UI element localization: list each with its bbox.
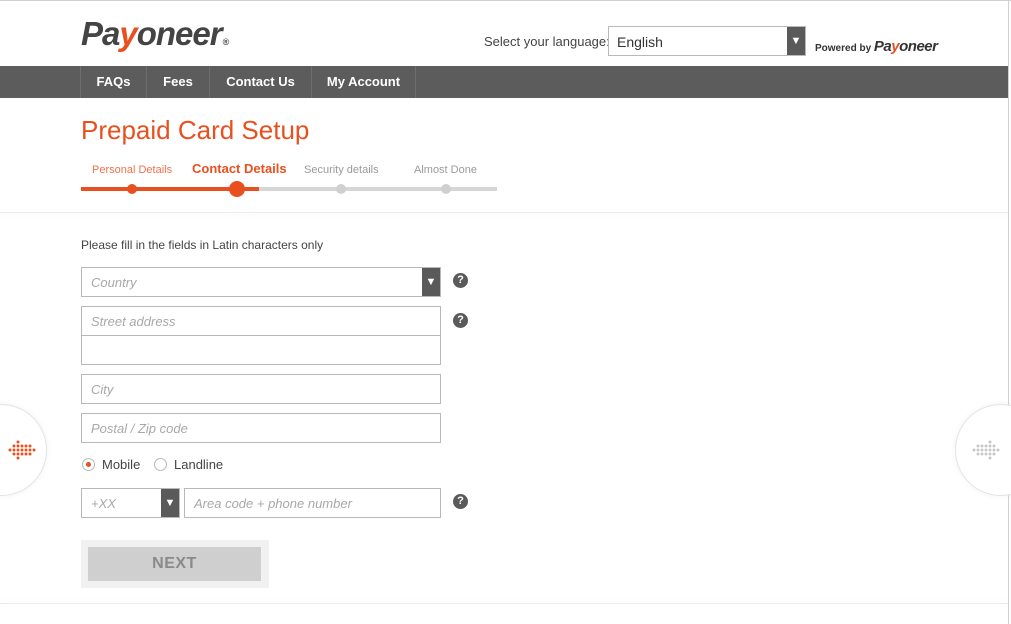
- language-label: Select your language:: [484, 34, 610, 49]
- bottom-divider: [0, 603, 1008, 604]
- step-security-details: Security details: [304, 164, 379, 176]
- powered-by: Powered by Payoneer: [815, 38, 938, 55]
- right-border: [1008, 0, 1009, 624]
- nav-item-fees[interactable]: Fees: [147, 66, 210, 98]
- progress-dot-contact: [229, 181, 245, 197]
- progress-dot-almost-done: [441, 184, 451, 194]
- next-step-side-button[interactable]: [955, 404, 1011, 496]
- step-almost-done: Almost Done: [414, 164, 477, 176]
- next-button[interactable]: NEXT: [88, 547, 261, 581]
- radio-landline-label[interactable]: Landline: [174, 457, 223, 472]
- logo-text-1: Pa: [81, 15, 120, 52]
- arrow-right-dotted-icon: [972, 440, 1000, 460]
- radio-mobile-label[interactable]: Mobile: [102, 457, 140, 472]
- progress-dot-security: [336, 184, 346, 194]
- phone-number-placeholder: Area code + phone number: [194, 496, 352, 511]
- main-nav: FAQs Fees Contact Us My Account: [0, 66, 1008, 98]
- page-title: Prepaid Card Setup: [81, 115, 310, 145]
- payoneer-logo[interactable]: Payoneer®: [81, 14, 230, 54]
- powered-by-logo: Payoneer: [873, 38, 938, 55]
- street-address-line2-input[interactable]: [81, 335, 441, 365]
- postal-code-input[interactable]: Postal / Zip code: [81, 413, 441, 443]
- language-value: English: [617, 34, 663, 50]
- country-code-placeholder: +XX: [91, 496, 116, 511]
- chevron-down-icon[interactable]: ▼: [422, 268, 440, 296]
- top-border: [0, 0, 1011, 1]
- chevron-down-icon[interactable]: ▼: [787, 27, 805, 55]
- question-circle-icon[interactable]: ?: [453, 313, 468, 328]
- phone-number-input[interactable]: Area code + phone number: [184, 488, 441, 518]
- language-select[interactable]: English ▼: [608, 26, 806, 56]
- nav-item-my-account[interactable]: My Account: [312, 66, 416, 98]
- chevron-down-icon[interactable]: ▼: [161, 489, 179, 517]
- radio-mobile[interactable]: [82, 458, 95, 471]
- city-input[interactable]: City: [81, 374, 441, 404]
- logo-text-2: oneer: [136, 15, 223, 52]
- radio-landline[interactable]: [154, 458, 167, 471]
- country-code-select[interactable]: +XX ▼: [81, 488, 180, 518]
- step-contact-details: Contact Details: [192, 161, 287, 176]
- street-address-input[interactable]: Street address: [81, 306, 441, 336]
- powered-by-label: Powered by: [815, 43, 872, 54]
- form-instruction: Please fill in the fields in Latin chara…: [81, 238, 324, 252]
- nav-item-contact-us[interactable]: Contact Us: [210, 66, 312, 98]
- logo-registered: ®: [222, 37, 230, 47]
- city-placeholder: City: [91, 382, 114, 397]
- postal-code-placeholder: Postal / Zip code: [91, 421, 188, 436]
- arrow-left-dotted-icon: [8, 440, 36, 460]
- question-circle-icon[interactable]: ?: [453, 494, 468, 509]
- country-placeholder: Country: [91, 275, 137, 290]
- step-personal-details: Personal Details: [92, 164, 173, 176]
- section-divider: [0, 212, 1008, 213]
- question-circle-icon[interactable]: ?: [453, 273, 468, 288]
- prev-step-button[interactable]: [0, 404, 47, 496]
- country-select[interactable]: Country ▼: [81, 267, 441, 297]
- logo-text-y: y: [119, 15, 137, 52]
- nav-item-faqs[interactable]: FAQs: [81, 66, 147, 98]
- progress-dot-personal: [127, 184, 137, 194]
- street-address-placeholder: Street address: [91, 314, 176, 329]
